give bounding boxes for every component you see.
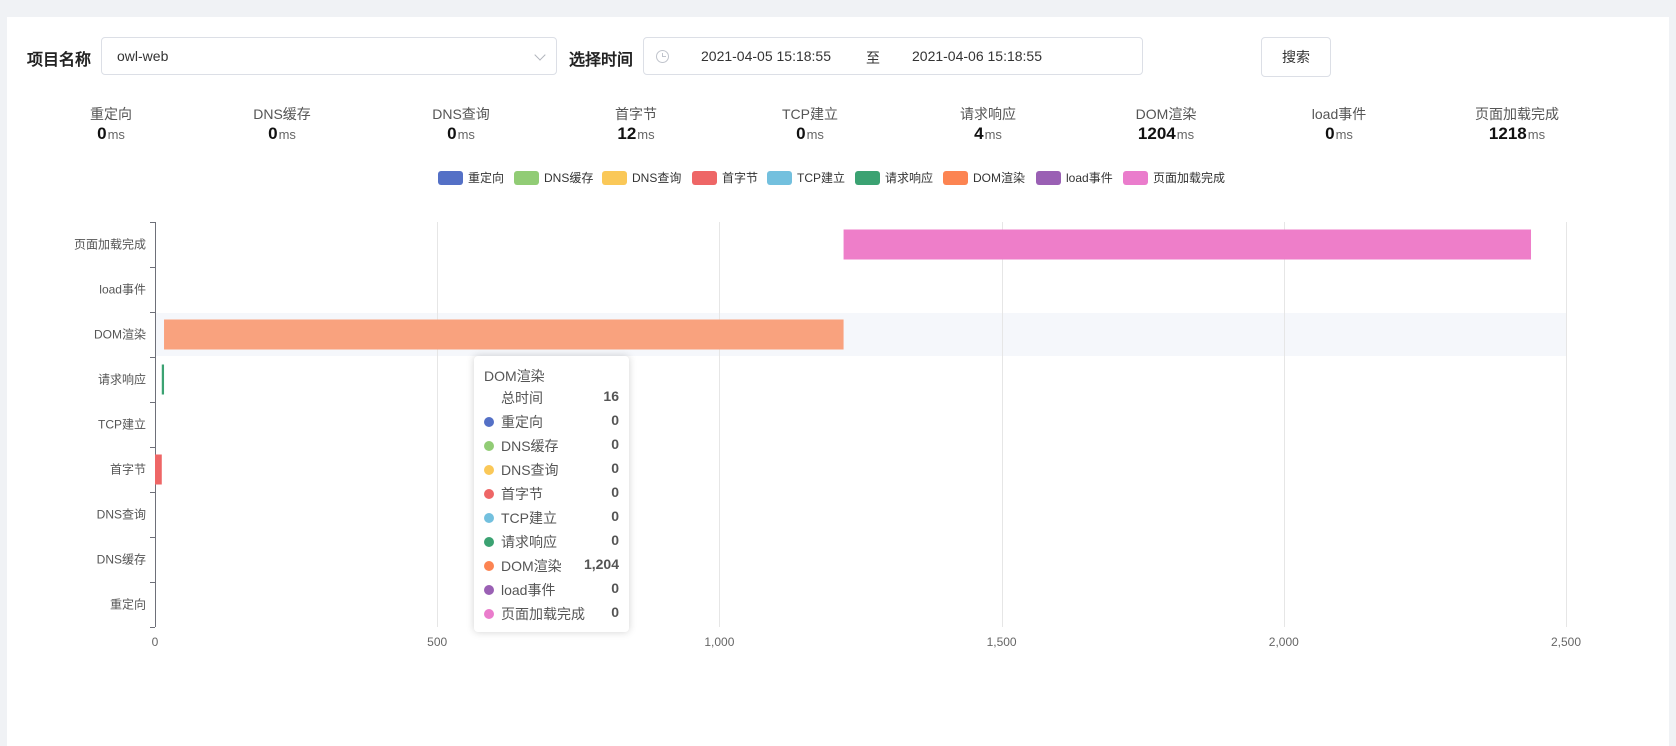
tooltip-row: TCP建立 0	[484, 508, 619, 528]
y-tick-label: 重定向	[110, 597, 146, 612]
tooltip-row-value: 0	[611, 580, 619, 596]
timing-chart: 重定向DNS缓存DNS查询首字节TCP建立请求响应DOM渲染load事件页面加载…	[74, 222, 1581, 649]
tooltip-row-value: 1,204	[583, 556, 619, 572]
tooltip-total-label: 总时间	[501, 390, 543, 406]
y-tick-label: load事件	[99, 283, 146, 297]
y-tick-label: DNS缓存	[97, 553, 146, 567]
tooltip-dot	[484, 609, 494, 619]
tooltip-row-value: 0	[611, 484, 619, 500]
x-tick-label: 1,000	[704, 635, 734, 649]
x-tick-label: 500	[427, 635, 447, 649]
tooltip-row: load事件 0	[484, 580, 619, 600]
tooltip-total-value: 16	[603, 388, 619, 404]
tooltip-row-value: 0	[611, 604, 619, 620]
bar-页面加载完成	[843, 229, 1532, 260]
tooltip-row: DNS缓存 0	[484, 436, 619, 456]
tooltip-row-label: DOM渲染	[501, 558, 562, 574]
y-tick-label: 首字节	[110, 462, 146, 477]
tooltip-dot	[484, 465, 494, 475]
tooltip-row: 首字节 0	[484, 484, 619, 504]
tooltip-row-value: 0	[611, 460, 619, 476]
tooltip-row-label: 重定向	[501, 414, 543, 430]
tooltip-row-value: 0	[611, 412, 619, 428]
chart-tooltip: DOM渲染 总时间 16 重定向 0 DNS缓存 0 DNS查询 0 首字节 0 TCP建立 0 请…	[474, 356, 629, 632]
tooltip-dot	[484, 489, 494, 499]
x-tick-label: 1,500	[987, 635, 1017, 649]
y-tick-label: DNS查询	[97, 508, 146, 522]
tooltip-dot	[484, 417, 494, 427]
tooltip-row: 请求响应 0	[484, 532, 619, 552]
tooltip-row-label: DNS查询	[501, 462, 559, 478]
tooltip-row-label: load事件	[501, 582, 556, 598]
tooltip-title: DOM渲染	[484, 368, 545, 384]
tooltip-row-label: 首字节	[501, 486, 543, 502]
tooltip-row-value: 0	[611, 532, 619, 548]
y-tick-label: DOM渲染	[94, 327, 146, 342]
y-tick-label: TCP建立	[98, 417, 146, 432]
tooltip-row-label: DNS缓存	[501, 438, 559, 454]
tooltip-row-value: 0	[611, 436, 619, 452]
y-tick-label: 页面加载完成	[74, 237, 146, 252]
bar-DOM渲染	[164, 319, 844, 350]
tooltip-row-label: TCP建立	[501, 510, 557, 526]
tooltip-row-value: 0	[611, 508, 619, 524]
tooltip-dot	[484, 561, 494, 571]
x-tick-label: 0	[152, 635, 159, 649]
tooltip-row: 页面加载完成 0	[484, 604, 619, 624]
tooltip-total-row: 总时间 16	[484, 388, 619, 408]
x-tick-label: 2,500	[1551, 635, 1581, 649]
bar-首字节	[155, 454, 162, 485]
tooltip-row: DOM渲染 1,204	[484, 556, 619, 576]
x-tick-label: 2,000	[1269, 635, 1299, 649]
tooltip-row-label: 页面加载完成	[501, 606, 585, 622]
tooltip-row: DNS查询 0	[484, 460, 619, 480]
tooltip-dot	[484, 585, 494, 595]
tooltip-dot	[484, 441, 494, 451]
bar-请求响应	[161, 364, 165, 395]
tooltip-row: 重定向 0	[484, 412, 619, 432]
y-tick-label: 请求响应	[98, 372, 146, 387]
tooltip-dot	[484, 513, 494, 523]
tooltip-row-label: 请求响应	[501, 534, 557, 550]
tooltip-dot	[484, 537, 494, 547]
